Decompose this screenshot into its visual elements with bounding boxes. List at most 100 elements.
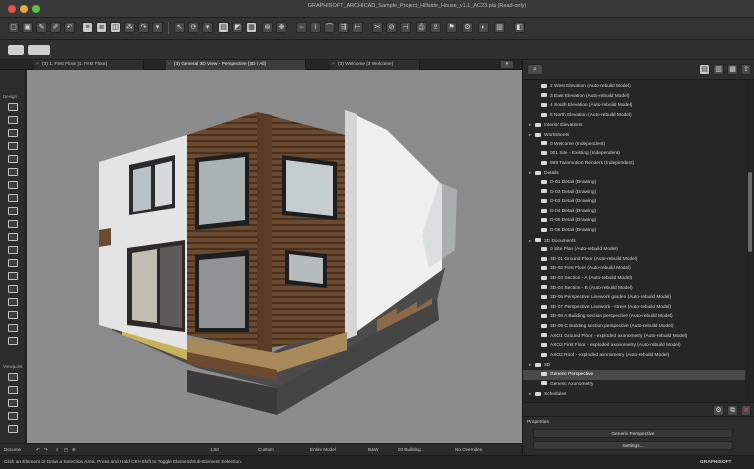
opening-tool-icon[interactable]	[8, 324, 18, 332]
element-icon[interactable]: ◫	[110, 22, 121, 33]
layout-book-icon[interactable]: ▦	[727, 64, 738, 75]
orbit-small-icon[interactable]: ⊛	[72, 447, 76, 453]
pan-icon[interactable]: ✥	[276, 22, 287, 33]
adjust-icon[interactable]: ⊣	[400, 22, 411, 33]
mesh-tool-icon[interactable]	[8, 311, 18, 319]
navigator-item[interactable]: D-04 Detail (Drawing)	[523, 207, 745, 217]
view-map-icon[interactable]: ▥	[713, 64, 724, 75]
render-icon[interactable]: ◐	[478, 22, 489, 33]
navigator-item[interactable]: Generic Axonometry	[523, 380, 745, 390]
navigator-item[interactable]: 3D-03 Section - A (Auto-rebuild Model)	[523, 274, 745, 284]
navigator-item[interactable]: D-06 Detail (Drawing)	[523, 226, 745, 236]
elevation-tool-icon[interactable]	[8, 386, 18, 394]
lamp-tool-icon[interactable]	[8, 285, 18, 293]
brush-icon[interactable]: ✐	[50, 22, 61, 33]
geometry-method-selector[interactable]	[28, 45, 50, 55]
renovation-value[interactable]: 03 Building...	[398, 447, 425, 452]
tab-menu-icon[interactable]: ▾	[500, 60, 514, 69]
navigator-item[interactable]: D-02 Detail (Drawing)	[523, 188, 745, 198]
redo-icon[interactable]: ↷	[138, 22, 149, 33]
curtain-wall-tool-icon[interactable]	[8, 220, 18, 228]
magic-wand-icon[interactable]: ⁂	[124, 22, 135, 33]
split-icon[interactable]: ⊘	[386, 22, 397, 33]
navigator-item[interactable]: AXO3 Roof - exploded axonometry (Auto-re…	[523, 351, 745, 361]
element-type-selector[interactable]	[8, 45, 24, 55]
fit-icon[interactable]: ◰	[64, 447, 68, 453]
polyline-icon[interactable]: ⌇	[310, 22, 321, 33]
navigator-item[interactable]: 3D-04 Section - B (Auto-rebuild Model)	[523, 284, 745, 294]
arrow-icon[interactable]: ↖	[174, 22, 185, 33]
overrides-value[interactable]: No Overrides	[455, 447, 482, 452]
publisher-icon[interactable]: ⇪	[741, 64, 751, 75]
section-tool-icon[interactable]	[8, 373, 18, 381]
redo-small-icon[interactable]: ↷	[44, 447, 48, 453]
tab-first-floor[interactable]: × (3) 1. First Floor [1. First Floor]	[34, 60, 144, 70]
navigator-folder[interactable]: ▸ 3D	[523, 360, 745, 370]
worksheet-tool-icon[interactable]	[8, 425, 18, 433]
dropdown-icon[interactable]: ▾	[152, 22, 163, 33]
layer-settings-icon[interactable]: ≣	[96, 22, 107, 33]
measure-icon[interactable]: ⇔	[296, 22, 307, 33]
close-tab-icon[interactable]: ×	[168, 60, 171, 70]
navigator-folder[interactable]: ▸ Schedules	[523, 389, 745, 399]
close-tab-icon[interactable]: ×	[36, 60, 39, 70]
undo-icon[interactable]: ↶	[64, 22, 75, 33]
save-icon[interactable]: ▣	[22, 22, 33, 33]
trim-icon[interactable]: ✂	[372, 22, 383, 33]
navigator-folder[interactable]: ▸ 3D Documents	[523, 236, 745, 246]
navigator-item[interactable]: 001 Site - Existing (Independent)	[523, 149, 745, 159]
settings-button[interactable]: Settings...	[533, 441, 733, 450]
navigator-folder[interactable]: ▸ Worksheets	[523, 130, 745, 140]
navigator-item[interactable]: 0 Site Plan (Auto-rebuild Model)	[523, 245, 745, 255]
navigator-item[interactable]: AXO1 Ground Floor - exploded axonometry …	[523, 332, 745, 342]
skylight-tool-icon[interactable]	[8, 259, 18, 267]
navigator-item[interactable]: 3D-07 Perspective Linework - street (Aut…	[523, 303, 745, 313]
roof-tool-icon[interactable]	[8, 155, 18, 163]
stair-tool-icon[interactable]	[8, 194, 18, 202]
teamwork-icon[interactable]: ⚑	[446, 22, 457, 33]
structure-value[interactable]: Custom	[258, 447, 274, 452]
navigator-item[interactable]: 0 Welcome (Independent)	[523, 140, 745, 150]
beam-tool-icon[interactable]	[8, 129, 18, 137]
door-tool-icon[interactable]	[8, 233, 18, 241]
publish-icon[interactable]: ⇪	[430, 22, 441, 33]
navigator-item[interactable]: 3 East Elevation (Auto-rebuild Model)	[523, 92, 745, 102]
settings-icon[interactable]: ⚙	[713, 405, 724, 416]
navigator-item[interactable]: D-03 Detail (Drawing)	[523, 197, 745, 207]
navigator-item[interactable]: Generic Perspective	[523, 370, 745, 380]
model-view-value[interactable]: Entire Model	[310, 447, 336, 452]
grid-icon[interactable]: ▦	[246, 22, 257, 33]
window-tool-icon[interactable]	[8, 246, 18, 254]
navigator-item[interactable]: 3D-02 First Floor (Auto-rebuild Model)	[523, 264, 745, 274]
navigator-item[interactable]: 3D-09 C Building section perspective (Au…	[523, 322, 745, 332]
chevron-down-icon[interactable]: ▾	[202, 22, 213, 33]
3d-icon[interactable]: ◩	[232, 22, 243, 33]
navigator-item[interactable]: D-05 Detail (Drawing)	[523, 216, 745, 226]
zoom-icon[interactable]: ⌕	[56, 447, 59, 452]
navigator-item[interactable]: 3D-01 Ground Floor (Auto-rebuild Model)	[523, 255, 745, 265]
morph-tool-icon[interactable]	[8, 181, 18, 189]
navigator-item[interactable]: D-01 Detail (Drawing)	[523, 178, 745, 188]
open-icon[interactable]: ▢	[8, 22, 19, 33]
settings-icon[interactable]: ⚙	[462, 22, 473, 33]
navigator-item[interactable]: 5 North Elevation (Auto-rebuild Model)	[523, 111, 745, 121]
navigator-item[interactable]: AXO2 First Floor - exploded axonometry (…	[523, 341, 745, 351]
stair-icon-2[interactable]	[8, 337, 18, 345]
navigator-folder[interactable]: ▸ Details	[523, 168, 745, 178]
navigator-item[interactable]: 4 South Elevation (Auto-rebuild Model)	[523, 101, 745, 111]
scale-value[interactable]: 1:50	[210, 447, 219, 452]
orbit-icon[interactable]: ⊛	[262, 22, 273, 33]
view-icon[interactable]: ▤	[218, 22, 229, 33]
library-icon[interactable]: ▥	[494, 22, 505, 33]
navigator-scrollbar[interactable]	[745, 80, 754, 402]
railing-tool-icon[interactable]	[8, 207, 18, 215]
slab-tool-icon[interactable]	[8, 142, 18, 150]
navigator-item[interactable]: 2 West Elevation (Auto-rebuild Model)	[523, 82, 745, 92]
print-icon[interactable]: ⎙	[416, 22, 427, 33]
rotate-icon[interactable]: ⟳	[188, 22, 199, 33]
wall-tool-icon[interactable]	[8, 103, 18, 111]
column-tool-icon[interactable]	[8, 116, 18, 124]
undo-small-icon[interactable]: ↶	[36, 447, 40, 453]
close-tab-icon[interactable]: ×	[332, 60, 335, 70]
dimension-icon[interactable]: ⊢	[352, 22, 363, 33]
